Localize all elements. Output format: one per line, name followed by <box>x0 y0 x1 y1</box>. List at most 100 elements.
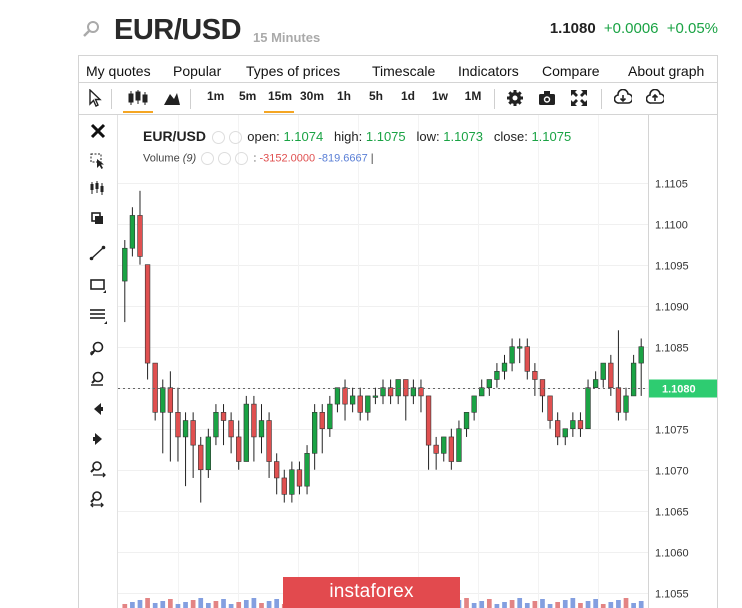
menu-types-of-prices[interactable]: Types of prices <box>246 63 340 79</box>
y-tick-label: 1.1065 <box>655 507 689 519</box>
candle-body <box>160 387 166 413</box>
timeframe-15m[interactable]: 15m <box>264 89 294 113</box>
candle-body <box>494 370 500 380</box>
timeframe-1w[interactable]: 1w <box>432 89 448 109</box>
volume-bar <box>122 604 128 608</box>
timeframe-1M[interactable]: 1M <box>464 89 482 109</box>
price-chart[interactable]: 1.1105 1.1100 1.1095 1.1090 1.1085 1.1080 1.10… <box>118 115 718 608</box>
volume-close-icon[interactable] <box>235 152 249 165</box>
zoom-out-icon[interactable] <box>88 369 108 389</box>
volume-bar <box>221 599 226 608</box>
volume-bar <box>532 601 538 608</box>
candle-body <box>562 428 568 438</box>
volume-settings-icon[interactable] <box>218 152 232 165</box>
close-value: 1.1075 <box>531 129 572 144</box>
volume-bar <box>259 603 264 608</box>
volume-bar <box>213 601 219 608</box>
ohlc-legend: EUR/USD open: 1.1074 high: 1.1075 low: 1… <box>143 128 572 145</box>
candle-body <box>539 379 546 397</box>
candlestick-chart-icon[interactable] <box>123 89 153 113</box>
scroll-left-icon[interactable] <box>88 399 108 419</box>
candle-body <box>289 469 295 495</box>
candle-body <box>137 215 143 257</box>
timeframe-1m[interactable]: 1m <box>207 89 224 109</box>
copy-icon[interactable] <box>88 209 108 229</box>
volume-bar <box>623 598 629 608</box>
candlestick-chart[interactable]: 1.1105 1.1100 1.1095 1.1090 1.1085 1.1080 1.10… <box>118 115 718 608</box>
camera-icon[interactable] <box>538 89 556 109</box>
volume-bar <box>509 600 515 608</box>
timeframe-30m[interactable]: 30m <box>300 89 324 109</box>
zoom-reset-icon[interactable] <box>88 489 108 509</box>
volume-bar <box>228 604 234 608</box>
y-tick-label: 1.1090 <box>655 302 689 314</box>
settings-gear-icon[interactable] <box>506 89 524 109</box>
volume-bar <box>555 602 561 608</box>
volume-bar <box>190 600 196 608</box>
area-chart-icon[interactable] <box>163 89 181 109</box>
candle-body <box>258 420 265 438</box>
cursor-icon[interactable] <box>88 88 102 109</box>
settings-icon[interactable] <box>228 131 242 145</box>
volume-bar <box>524 603 530 608</box>
candle-body <box>570 420 576 430</box>
y-tick-label: 1.1095 <box>655 261 689 273</box>
timeframe-1h[interactable]: 1h <box>336 89 352 109</box>
candle-body <box>342 387 348 405</box>
legend-symbol: EUR/USD <box>143 128 207 144</box>
download-cloud-icon[interactable] <box>613 88 634 109</box>
trend-line-icon[interactable] <box>88 243 108 263</box>
volume-eye-icon[interactable] <box>201 152 215 165</box>
candle-body <box>577 420 584 430</box>
menu-popular[interactable]: Popular <box>173 63 221 79</box>
zoom-move-icon[interactable] <box>88 459 108 479</box>
rectangle-icon[interactable] <box>88 275 108 295</box>
y-tick-label: 1.1105 <box>655 179 688 191</box>
y-tick-label: 1.1085 <box>655 343 689 355</box>
menu-about-graph[interactable]: About graph <box>628 63 704 79</box>
instaforex-watermark: instaforex <box>283 577 460 608</box>
menu-timescale[interactable]: Timescale <box>372 63 435 79</box>
horizontal-lines-icon[interactable] <box>88 305 108 325</box>
y-tick-label: 1.1100 <box>655 220 688 232</box>
candle-body <box>547 395 553 421</box>
fullscreen-icon[interactable] <box>570 89 588 109</box>
candle-body <box>471 395 477 413</box>
candle-body <box>198 444 204 471</box>
close-icon[interactable] <box>88 121 108 141</box>
timeframe-5h[interactable]: 5h <box>368 89 384 109</box>
candle-body <box>144 264 151 364</box>
last-price: 1.1080 <box>549 20 596 37</box>
candle-body <box>182 420 189 438</box>
menu-indicators[interactable]: Indicators <box>458 63 519 79</box>
visibility-eye-icon[interactable] <box>211 131 225 145</box>
symbol-title: EUR/USD <box>114 14 242 46</box>
candle-body <box>463 412 470 430</box>
volume-bar <box>198 598 204 608</box>
volume-bar <box>274 599 280 608</box>
select-area-icon[interactable] <box>88 151 108 171</box>
scroll-right-icon[interactable] <box>88 429 108 449</box>
menu-compare[interactable]: Compare <box>542 63 600 79</box>
timeframe-1d[interactable]: 1d <box>400 89 416 109</box>
price-change: +0.0006 <box>603 20 659 37</box>
crosshair-candles-icon[interactable] <box>88 179 108 199</box>
candle-body <box>365 395 371 413</box>
volume-bar <box>160 601 166 608</box>
candle-body <box>152 362 158 413</box>
candle-body <box>122 247 128 282</box>
y-tick-label: 1.1070 <box>655 466 689 478</box>
volume-bar <box>585 601 591 608</box>
search-icon[interactable] <box>82 20 100 38</box>
drawing-tools <box>78 115 118 608</box>
candle-body <box>220 412 227 421</box>
volume-bar <box>236 602 242 608</box>
candle-body <box>592 379 599 389</box>
menu-my-quotes[interactable]: My quotes <box>86 63 151 79</box>
timeframe-5m[interactable]: 5m <box>239 89 256 109</box>
candle-body <box>213 412 219 438</box>
upload-cloud-icon[interactable] <box>645 88 666 109</box>
volume-value-2: -819.6667 <box>318 152 368 165</box>
zoom-in-icon[interactable] <box>88 339 108 359</box>
price-summary: 1.1080 +0.0006 +0.05% <box>550 20 718 37</box>
